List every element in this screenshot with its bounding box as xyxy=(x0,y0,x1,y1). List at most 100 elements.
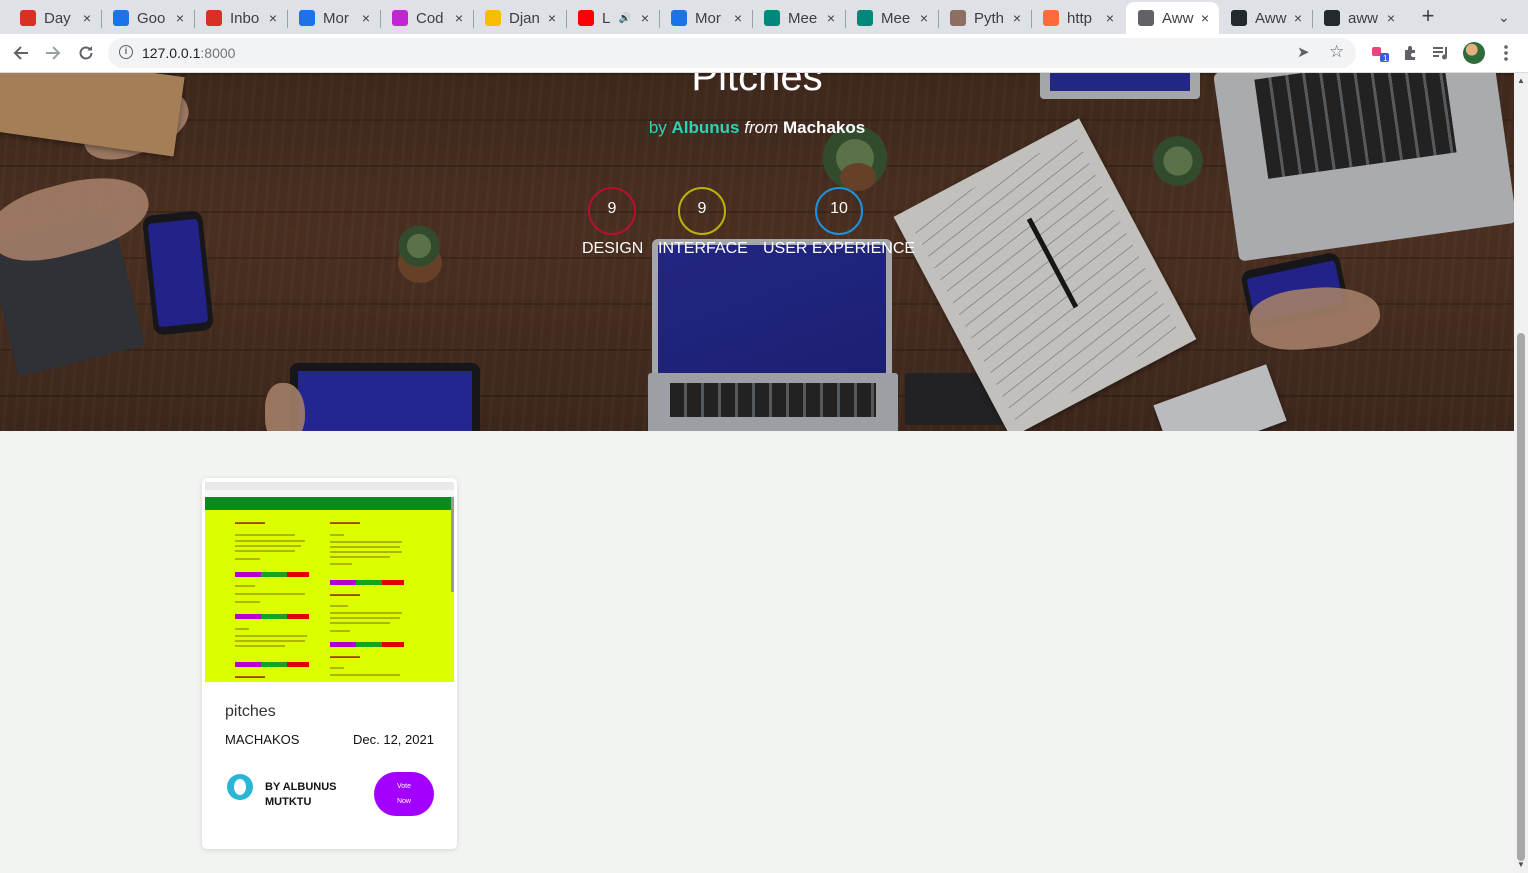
browser-tab[interactable]: Mor × xyxy=(659,4,752,32)
browser-tab[interactable]: Aww × xyxy=(1126,2,1219,34)
author-avatar xyxy=(227,774,253,800)
forward-button[interactable] xyxy=(40,40,66,66)
tab-close-icon[interactable]: × xyxy=(1290,10,1306,26)
gmail-icon xyxy=(206,10,222,26)
meet-icon xyxy=(857,10,873,26)
tab-close-icon[interactable]: × xyxy=(916,10,932,26)
browser-tab[interactable]: Djan × xyxy=(473,4,566,32)
browser-tab[interactable]: http × xyxy=(1031,4,1124,32)
gmail-icon xyxy=(20,10,36,26)
project-card[interactable]: ▬▬▬▬▬ ▬▬▬▬▬ ▬▬▬▬▬ ▬▬▬▬▬ ▬▬▬▬▬ pitches MA… xyxy=(202,478,457,849)
tab-title: Pyth xyxy=(974,9,1005,27)
interface-label: INTERFACE xyxy=(658,240,748,257)
browser-tab[interactable]: Cod × xyxy=(380,4,473,32)
scroll-up-arrow-icon[interactable]: ▲ xyxy=(1517,76,1525,85)
tab-close-icon[interactable]: × xyxy=(172,10,188,26)
tab-close-icon[interactable]: × xyxy=(1009,10,1025,26)
media-control-icon[interactable] xyxy=(1431,43,1451,63)
extensions-puzzle-icon[interactable] xyxy=(1400,43,1420,63)
tab-close-icon[interactable]: × xyxy=(730,10,746,26)
bookmark-star-icon[interactable]: ☆ xyxy=(1329,42,1344,62)
browser-tab[interactable]: Mee × xyxy=(752,4,845,32)
browser-tab[interactable]: Day × xyxy=(8,4,101,32)
tab-close-icon[interactable]: × xyxy=(637,10,653,26)
tab-search-button[interactable]: ⌄ xyxy=(1498,9,1510,26)
vote-label-2: Now xyxy=(396,798,411,805)
extension-badge-icon[interactable]: 1 xyxy=(1370,43,1390,63)
page-scrollbar[interactable]: ▲ ▼ xyxy=(1514,73,1528,873)
browser-tab[interactable]: L 🔊 × xyxy=(566,4,659,32)
tab-title: Aww xyxy=(1255,9,1287,27)
site-info-icon[interactable]: i xyxy=(119,45,133,59)
user-experience-score-circle: 10 xyxy=(815,187,863,235)
scrollbar-thumb[interactable] xyxy=(1517,333,1525,861)
project-name[interactable]: pitches xyxy=(225,703,276,721)
tab-close-icon[interactable]: × xyxy=(1102,10,1118,26)
audio-playing-icon[interactable]: 🔊 xyxy=(619,13,631,24)
calendar-icon xyxy=(299,10,315,26)
profile-avatar[interactable] xyxy=(1463,42,1485,64)
palm-icon xyxy=(950,10,966,26)
url-host: 127.0.0.1 xyxy=(142,45,201,61)
reload-button[interactable] xyxy=(73,40,99,66)
tab-title: aww xyxy=(1348,9,1379,27)
reload-icon xyxy=(79,46,93,60)
tab-close-icon[interactable]: × xyxy=(823,10,839,26)
browser-tab[interactable]: Aww × xyxy=(1219,4,1312,32)
url-port: :8000 xyxy=(200,45,236,61)
project-date: Dec. 12, 2021 xyxy=(353,732,434,747)
tab-close-icon[interactable]: × xyxy=(544,10,560,26)
byline-by: by xyxy=(648,118,667,137)
calendar-icon xyxy=(671,10,687,26)
forward-arrow-icon xyxy=(46,46,61,60)
scroll-down-arrow-icon[interactable]: ▼ xyxy=(1517,860,1525,869)
new-tab-button[interactable]: + xyxy=(1418,5,1438,28)
back-button[interactable] xyxy=(8,40,34,66)
byline-author-link[interactable]: Albunus xyxy=(672,118,740,137)
tab-title: Day xyxy=(44,9,71,27)
tab-strip: + ⌄ Day × Goo × Inbo × Mor × Cod × Djan × L 🔊 × Mor × Mee… xyxy=(0,0,1528,34)
project-location: MACHAKOS xyxy=(225,732,300,747)
address-bar[interactable]: i 127.0.0.1:8000 ➤ ☆ xyxy=(108,38,1356,68)
back-arrow-icon xyxy=(13,46,28,60)
tab-close-icon[interactable]: × xyxy=(79,10,95,26)
tab-title: Mor xyxy=(695,9,721,27)
browser-menu-icon[interactable] xyxy=(1496,43,1516,63)
user-experience-label: USER EXPERIENCE xyxy=(763,240,916,257)
design-score-circle: 9 xyxy=(588,187,636,235)
send-tab-icon[interactable]: ➤ xyxy=(1297,43,1310,61)
url-text[interactable]: 127.0.0.1:8000 xyxy=(142,45,235,61)
browser-tab[interactable]: Inbo × xyxy=(194,4,287,32)
byline-from: from xyxy=(744,118,779,137)
browser-tab[interactable]: Mor × xyxy=(287,4,380,32)
svg-text:1: 1 xyxy=(1383,54,1388,63)
project-author: BY ALBUNUS MUTKTU xyxy=(265,780,355,810)
drive-icon xyxy=(485,10,501,26)
browser-tab[interactable]: Mee × xyxy=(845,4,938,32)
project-screenshot[interactable]: ▬▬▬▬▬ ▬▬▬▬▬ ▬▬▬▬▬ ▬▬▬▬▬ ▬▬▬▬▬ xyxy=(205,482,454,682)
browser-tab[interactable]: Goo × xyxy=(101,4,194,32)
postman-icon xyxy=(1043,10,1059,26)
tab-close-icon[interactable]: × xyxy=(1383,10,1399,26)
tab-close-icon[interactable]: × xyxy=(358,10,374,26)
github-icon xyxy=(1324,10,1340,26)
youtube-icon xyxy=(578,10,594,26)
author-line-1: BY ALBUNUS xyxy=(265,781,337,793)
tab-close-icon[interactable]: × xyxy=(265,10,281,26)
vote-now-button[interactable]: Vote Now xyxy=(374,772,434,816)
project-byline: by Albunus from Machakos xyxy=(0,118,1514,138)
byline-location: Machakos xyxy=(782,118,866,137)
tab-close-icon[interactable]: × xyxy=(1197,10,1213,26)
browser-tab[interactable]: aww × xyxy=(1312,4,1405,32)
interface-score-circle: 9 xyxy=(678,187,726,235)
vote-label-1: Vote xyxy=(396,783,411,790)
browser-tab[interactable]: Pyth × xyxy=(938,4,1031,32)
tab-close-icon[interactable]: × xyxy=(451,10,467,26)
meet-icon xyxy=(764,10,780,26)
author-line-2: MUTKTU xyxy=(265,796,312,808)
tab-title: http xyxy=(1067,9,1093,27)
tab-title: L xyxy=(602,9,611,27)
codewars-icon xyxy=(392,10,408,26)
hero-banner: Pitches by Albunus from Machakos 9 DESIG… xyxy=(0,73,1514,431)
design-label: DESIGN xyxy=(582,240,644,257)
